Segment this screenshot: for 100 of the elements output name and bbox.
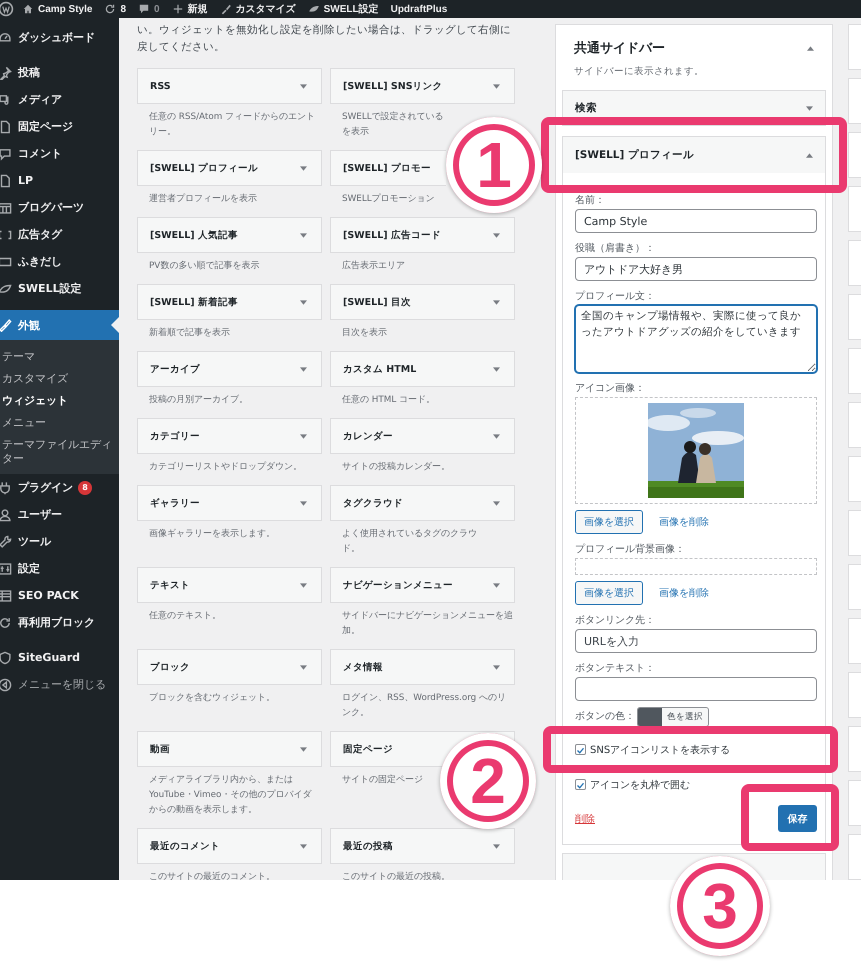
widget-item[interactable]: [SWELL] 広告コード (330, 217, 515, 253)
save-button[interactable]: 保存 (778, 805, 817, 832)
select-image-button[interactable]: 画像を選択 (575, 581, 643, 605)
widget-description: このサイトの最近の投稿。 (341, 870, 451, 880)
widget-item[interactable]: ナビゲーションメニュー (330, 567, 515, 603)
caret-icon (493, 366, 500, 372)
menu-item[interactable]: 設定 (0, 555, 119, 582)
caret-icon (300, 84, 307, 88)
text-field[interactable]: Camp Style (575, 209, 817, 233)
menu-label: メディア (18, 92, 62, 107)
remove-image-link[interactable]: 画像を削除 (659, 515, 709, 529)
widget-item[interactable]: [SWELL] 人気記事 (137, 217, 322, 253)
caret-icon (300, 844, 307, 848)
field-label: ボタンの色： (575, 710, 635, 723)
widget-item[interactable]: [SWELL] SNSリンク (330, 68, 515, 104)
admin-bar-item[interactable]: 8 (104, 3, 126, 15)
menu-item[interactable]: LP (0, 167, 119, 194)
gauge-icon (0, 30, 12, 44)
widget-item[interactable]: メタ情報 (330, 649, 515, 685)
menu-item[interactable]: ふきだし (0, 248, 119, 275)
checkbox[interactable] (575, 744, 586, 755)
widget-item[interactable]: アーカイブ (137, 351, 322, 387)
widget-item[interactable]: タグクラウド (330, 485, 515, 521)
widget-description: 投稿の月別アーカイブ。 (148, 394, 249, 407)
menu-item[interactable]: コメント (0, 140, 119, 167)
widget-item[interactable]: テキスト (137, 567, 322, 603)
submenu-item[interactable]: テーマファイルエディター (0, 434, 119, 470)
menu-item[interactable]: ツール (0, 528, 119, 555)
menu-item[interactable]: ブログパーツ (0, 194, 119, 221)
menu-item[interactable]: SEO PACK (0, 582, 119, 609)
widget-item[interactable]: カテゴリー (137, 418, 322, 454)
menu-item[interactable]: プラグイン 8 (0, 474, 119, 501)
menu-item[interactable]: メディア (0, 86, 119, 113)
widget-item[interactable]: ギャラリー (137, 485, 322, 521)
remove-image-link[interactable]: 画像を削除 (659, 586, 709, 600)
widget-item[interactable]: RSS (137, 68, 322, 104)
menu-item[interactable]: 再利用ブロック (0, 609, 119, 636)
menu-item[interactable]: ユーザー (0, 501, 119, 528)
text-area[interactable]: 全国のキャンプ場情報や、実際に使って良かったアウトドアグッズの紹介をしていきます (575, 305, 817, 373)
caret-icon (806, 106, 813, 110)
widget-item[interactable]: [SWELL] プロフィール (137, 150, 322, 186)
widget-item[interactable]: ブロック (137, 649, 322, 685)
menu-label: 固定ページ (18, 119, 73, 134)
menu-item[interactable]: SiteGuard (0, 644, 119, 671)
menu-label: SEO PACK (18, 589, 79, 602)
submenu-item[interactable]: ウィジェット (0, 390, 119, 412)
admin-bar-item[interactable]: Camp Style (22, 3, 92, 15)
widget-item[interactable]: [SWELL] 目次 (330, 284, 515, 320)
menu-label: メニューを閉じる (18, 677, 106, 692)
menu-item[interactable]: 外観 (0, 310, 119, 340)
sliders-icon (0, 562, 12, 576)
select-image-button[interactable]: 画像を選択 (575, 510, 643, 534)
menu-item[interactable]: SWELL設定 (0, 275, 119, 302)
widget-header[interactable]: [SWELL] プロフィール (563, 137, 825, 173)
checkbox[interactable] (575, 779, 586, 790)
admin-bar-item[interactable]: カスタマイズ (220, 2, 296, 16)
caret-icon (300, 166, 307, 170)
text-field[interactable] (575, 677, 817, 701)
widget-item[interactable]: 最近の投稿 (330, 828, 515, 864)
widget-item[interactable]: 最近のコメント (137, 828, 322, 864)
widget-item[interactable]: [SWELL] プロモー (330, 150, 446, 186)
menu-label: ダッシュボード (18, 30, 95, 45)
checkbox-label[interactable]: アイコンを丸枠で囲む (575, 778, 690, 792)
menu-item[interactable]: ダッシュボード (0, 24, 119, 51)
widget-description: メディアライブラリ内から、または YouTube・Vimeo・その他のプロバイダからの動画を表示します。 (148, 774, 312, 817)
text-field[interactable]: アウトドア大好き男 (575, 257, 817, 281)
pushpin-icon (0, 66, 12, 80)
menu-item[interactable]: 投稿 (0, 59, 119, 86)
widget-item[interactable]: カレンダー (330, 418, 515, 454)
widget-description: サイドバーにナビゲーションメニューを追加。 (341, 610, 514, 638)
submenu-item[interactable]: カスタマイズ (0, 368, 119, 390)
menu-label: 広告タグ (18, 227, 62, 242)
widget-area-title: 共通サイドバー (574, 40, 665, 57)
sync-icon (104, 3, 116, 15)
menu-item[interactable]: 固定ページ (0, 113, 119, 140)
text-field[interactable]: URLを入力 (575, 629, 817, 653)
admin-bar-item[interactable]: 新規 (172, 2, 208, 16)
widget-item[interactable]: カスタム HTML (330, 351, 515, 387)
admin-bar-item[interactable]: 0 (138, 3, 160, 15)
admin-bar-item[interactable]: UpdraftPlus (390, 4, 448, 14)
submenu-item[interactable]: メニュー (0, 412, 119, 434)
menu-label: SiteGuard (18, 651, 80, 664)
field-label: 役職（肩書き）： (575, 242, 656, 255)
widget-item[interactable]: [SWELL] 新着記事 (137, 284, 322, 320)
menu-label: 再利用ブロック (18, 615, 95, 630)
caret-icon (300, 232, 307, 238)
menu-label: 投稿 (18, 65, 40, 80)
wordpress-logo-icon[interactable] (0, 1, 14, 17)
widget-item[interactable]: 動画 (137, 731, 322, 767)
admin-bar-item[interactable]: SWELL設定 (308, 2, 379, 16)
plug-icon (0, 480, 12, 494)
menu-item[interactable]: 広告タグ (0, 221, 119, 248)
color-picker-button[interactable]: 色を選択 (637, 707, 709, 727)
menu-item[interactable]: メニューを閉じる (0, 671, 119, 698)
caret-icon (300, 500, 307, 506)
menu-label: ブログパーツ (18, 200, 84, 215)
delete-link[interactable]: 削除 (575, 812, 595, 826)
checkbox-label[interactable]: SNSアイコンリストを表示する (575, 742, 730, 756)
submenu-item[interactable]: テーマ (0, 346, 119, 368)
field-label: アイコン画像： (575, 382, 646, 395)
